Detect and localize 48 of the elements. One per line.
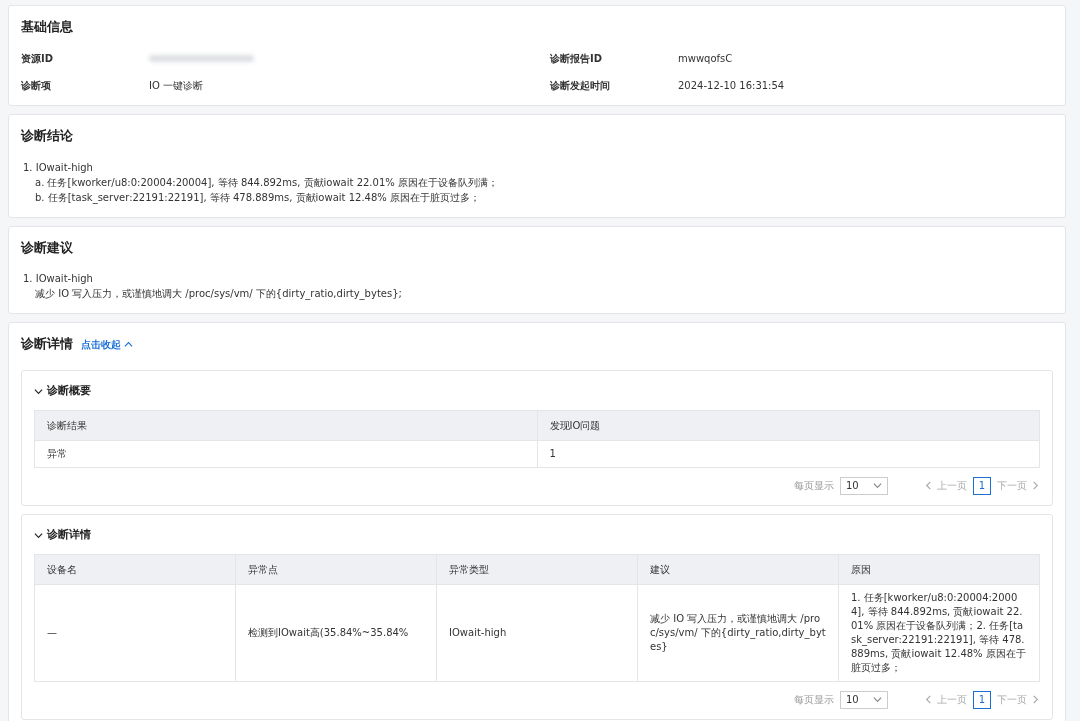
chevron-icon bbox=[34, 530, 43, 540]
table-cell: 减少 IO 写入压力，或谨慎地调大 /proc/sys/vm/ 下的{dirty_ratio,dirty_bytes} bbox=[637, 584, 839, 681]
chevron-icon bbox=[1031, 481, 1040, 491]
chevron-icon bbox=[924, 695, 933, 704]
page-size-label: 每页显示 bbox=[794, 693, 834, 707]
chevron-icon bbox=[34, 386, 43, 396]
column-header: 建议 bbox=[637, 554, 839, 584]
panel-toggle[interactable]: 诊断概要 bbox=[34, 383, 91, 400]
field-value: mwwqofsC bbox=[678, 52, 733, 64]
table-cell: 检测到IOwait高(35.84%~35.84% bbox=[235, 584, 437, 681]
caret-icon bbox=[873, 481, 882, 491]
table-cell: — bbox=[34, 584, 236, 681]
column-header: 发现IO问题 bbox=[537, 410, 1040, 441]
column-header: 诊断结果 bbox=[34, 410, 537, 441]
caret-icon bbox=[873, 695, 882, 704]
column-header: 原因 bbox=[838, 554, 1040, 584]
section-title: 诊断结论 bbox=[21, 126, 74, 145]
section-title: 诊断建议 bbox=[21, 238, 74, 257]
panel-toggle[interactable]: 诊断详情 bbox=[34, 526, 91, 544]
table-cell: 异常 bbox=[34, 440, 537, 468]
page-button[interactable]: 1 bbox=[973, 476, 991, 495]
chevron-icon bbox=[924, 481, 933, 491]
table-cell: 1 bbox=[537, 440, 1040, 468]
table-cell: 1. 任务[kworker/u8:0:20004:20004], 等待 844.892ms, 贡献iowait 22.01% 原因在于设备队列满；2. 任务[task_server:22191:22191], 等待 478.889ms, 贡献iowait 12.48% 原因在于脏页过多； bbox=[838, 584, 1040, 681]
page-button[interactable]: 1 bbox=[973, 690, 991, 709]
section-title: 基础信息 bbox=[21, 18, 74, 36]
field-value: IO 一键诊断 bbox=[149, 79, 203, 91]
column-header: 设备名 bbox=[34, 554, 236, 584]
field-label: 诊断报告ID bbox=[550, 51, 604, 66]
column-header: 异常类型 bbox=[436, 554, 638, 584]
field-label: 诊断发起时间 bbox=[550, 78, 611, 93]
section-title: 诊断详情 bbox=[21, 335, 73, 354]
table-cell: IOwait-high bbox=[436, 584, 638, 681]
page-size-select[interactable]: 10 bbox=[840, 476, 888, 495]
field-label: 诊断项 bbox=[21, 78, 52, 93]
list-item: 减少 IO 写入压力，或谨慎地调大 /proc/sys/vm/ 下的{dirty_ratio,dirty_bytes}; bbox=[35, 288, 402, 300]
field-label: 资源ID bbox=[21, 51, 55, 66]
chevron-icon bbox=[1031, 695, 1040, 704]
page-size-label: 每页显示 bbox=[794, 479, 834, 494]
field-value: 2024-12-10 16:31:54 bbox=[678, 79, 785, 91]
list-item: 1. IOwait-high bbox=[23, 161, 93, 173]
list-item: a. 任务[kworker/u8:0:20004:20004], 等待 844.892ms, 贡献iowait 22.01% 原因在于设备队列满； bbox=[35, 176, 498, 188]
chevron-icon bbox=[124, 340, 133, 350]
list-item: 1. IOwait-high bbox=[23, 273, 93, 285]
page-size-select[interactable]: 10 bbox=[840, 690, 888, 709]
column-header: 异常点 bbox=[235, 554, 437, 584]
list-item: b. 任务[task_server:22191:22191], 等待 478.889ms, 贡献iowait 12.48% 原因在于脏页过多； bbox=[35, 191, 480, 203]
collapse-link[interactable]: 点击收起 bbox=[81, 337, 133, 352]
